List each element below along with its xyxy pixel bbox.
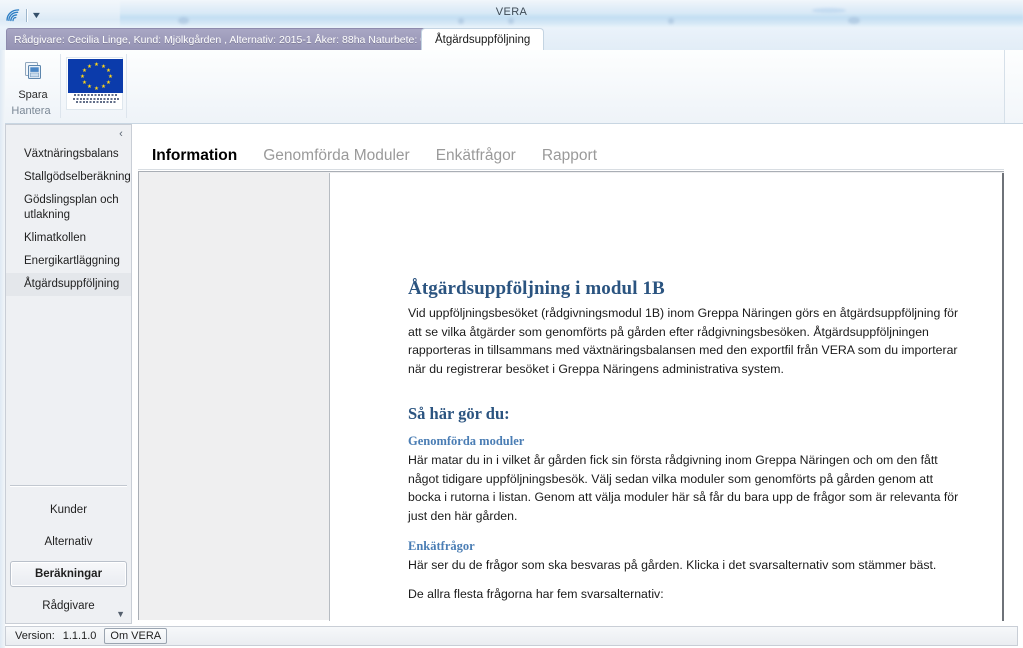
save-button[interactable]: Spara	[8, 54, 58, 102]
sidebar-item-energikartlaggning[interactable]: Energikartläggning	[6, 250, 131, 273]
sidebar-item-vaxtnaringsbalans[interactable]: Växtnäringsbalans	[6, 143, 131, 166]
sidebar-section-kunder[interactable]: Kunder	[10, 497, 127, 523]
version-label: Version:	[15, 630, 55, 642]
status-bar: Version: 1.1.1.0 Om VERA	[5, 626, 1018, 646]
content-right-edge	[1004, 124, 1023, 626]
howto-heading: Så här gör du:	[408, 404, 510, 423]
about-vera-button[interactable]: Om VERA	[104, 628, 168, 644]
title-bar-artifact	[458, 18, 464, 24]
sidebar-item-atgardsuppfoljning[interactable]: Åtgärdsuppföljning	[6, 273, 131, 296]
save-icon	[22, 59, 44, 86]
ribbon-right-edge	[1004, 50, 1023, 123]
sidebar-collapse-chevron-left-icon[interactable]: ‹	[114, 127, 128, 141]
document-page: Åtgärdsuppföljning i modul 1B Vid uppföl…	[329, 173, 1004, 621]
tab-atgardsuppfoljning[interactable]: Åtgärdsuppföljning	[421, 28, 545, 52]
title-bar-artifact	[508, 18, 514, 24]
sidebar-divider	[10, 485, 127, 487]
tab-rapport[interactable]: Rapport	[542, 147, 597, 165]
title-bar-artifact	[848, 17, 860, 24]
tab-strip: Rådgivare: Cecilia Linge, Kund: Mjölkgår…	[0, 28, 1023, 52]
document-viewer: Åtgärdsuppföljning i modul 1B Vid uppföl…	[138, 171, 1004, 621]
eu-flag-caption	[68, 93, 123, 109]
intro-paragraph: Vid uppföljningsbesöket (rådgivningsmodu…	[408, 306, 959, 376]
section-body: Här matar du in i vilket år gården fick …	[408, 453, 959, 523]
tab-enkatfragor[interactable]: Enkätfrågor	[436, 147, 516, 165]
ribbon-divider-2	[126, 54, 127, 118]
sidebar: ‹ Växtnäringsbalans Stallgödselberäkning…	[5, 124, 132, 624]
tab-information[interactable]: Information	[152, 147, 237, 165]
ribbon-group-hantera: Spara Hantera	[2, 51, 60, 121]
ribbon-group-label: Hantera	[11, 105, 51, 117]
sidebar-section-list: Kunder Alternativ Beräkningar Rådgivare	[6, 497, 131, 625]
eu-flag-graphic: ★ ★ ★ ★ ★ ★ ★ ★ ★ ★ ★ ★	[68, 59, 123, 93]
save-button-label: Spara	[18, 89, 48, 101]
section-subheading: Enkätfrågor	[408, 539, 475, 553]
sidebar-item-stallgodselberakning[interactable]: Stallgödselberäkning	[6, 166, 131, 189]
section-enkatfragor: Enkätfrågor Här ser du de frågor som ska…	[408, 539, 966, 575]
sidebar-item-godslingsplan-och-utlakning[interactable]: Gödslingsplan och utlakning	[6, 189, 131, 227]
section-subheading: Genomförda moduler	[408, 434, 525, 448]
version-value: 1.1.1.0	[62, 630, 97, 642]
window-title: VERA	[495, 6, 528, 18]
page-title: Åtgärdsuppföljning i modul 1B	[408, 278, 665, 299]
sidebar-section-alternativ[interactable]: Alternativ	[10, 529, 127, 555]
sidebar-module-list: Växtnäringsbalans Stallgödselberäkning G…	[6, 143, 131, 296]
sidebar-section-berakningar[interactable]: Beräkningar	[10, 561, 127, 587]
title-bar-artifact	[668, 18, 674, 24]
ribbon-toolbar: Spara Hantera ★ ★ ★ ★ ★ ★ ★ ★ ★ ★ ★ ★	[0, 50, 1023, 124]
tab-genomforda-moduler[interactable]: Genomförda Moduler	[263, 147, 409, 165]
content-tab-separator	[138, 169, 1018, 170]
title-bar-artifact	[178, 17, 189, 24]
breadcrumb[interactable]: Rådgivare: Cecilia Linge, Kund: Mjölkgår…	[6, 28, 446, 50]
sidebar-more-chevron-down-icon[interactable]: ▼	[116, 609, 125, 619]
section-body: Här ser du de frågor som ska besvaras på…	[408, 558, 937, 572]
sidebar-section-radgivare[interactable]: Rådgivare	[10, 593, 127, 619]
title-bar: ▼ VERA	[0, 0, 1023, 29]
main-content: Information Genomförda Moduler Enkätfråg…	[138, 124, 1018, 621]
sidebar-item-klimatkollen[interactable]: Klimatkollen	[6, 227, 131, 250]
closing-line: De allra flesta frågorna har fem svarsal…	[408, 586, 664, 601]
section-genomforda-moduler: Genomförda moduler Här matar du in i vil…	[408, 434, 966, 525]
ribbon-divider	[60, 54, 61, 118]
eu-flag-icon: ★ ★ ★ ★ ★ ★ ★ ★ ★ ★ ★ ★	[66, 57, 123, 110]
application-window: ▼ VERA Rådgivare: Cecilia Linge, Kund: M…	[0, 0, 1023, 648]
